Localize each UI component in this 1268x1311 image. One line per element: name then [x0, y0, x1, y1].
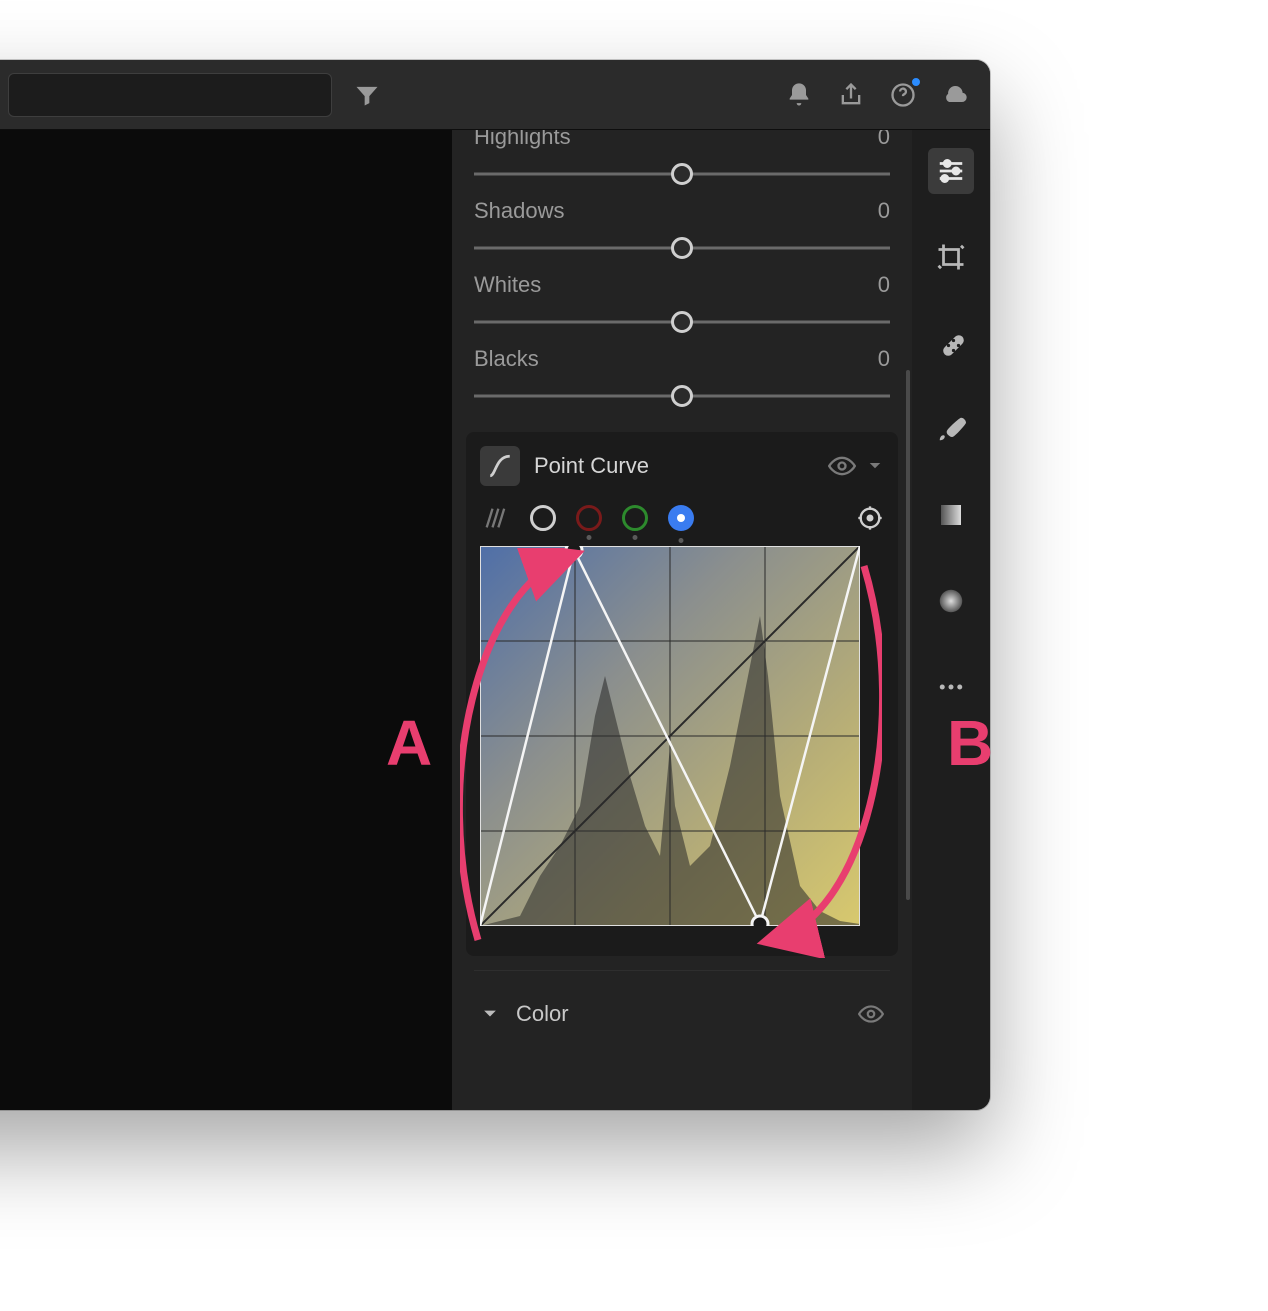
slider-value-whites: 0	[878, 272, 890, 298]
slider-thumb-blacks[interactable]	[671, 385, 693, 407]
slider-label-whites: Whites	[474, 272, 541, 298]
bell-icon[interactable]	[782, 78, 816, 112]
channel-green[interactable]	[622, 505, 648, 531]
annotation-label-b: B	[947, 706, 994, 780]
app-window: Highlights 0 Shadows 0	[0, 60, 990, 1110]
slider-thumb-shadows[interactable]	[671, 237, 693, 259]
slider-label-highlights: Highlights	[474, 130, 571, 150]
help-icon[interactable]	[886, 78, 920, 112]
slider-blacks: Blacks 0	[474, 346, 890, 410]
toggle-visibility-icon[interactable]	[828, 452, 856, 480]
curve-editor[interactable]	[480, 546, 860, 926]
curve-mode-button[interactable]	[480, 446, 520, 486]
eye-icon[interactable]	[858, 1001, 884, 1027]
chevron-down-icon	[480, 1004, 500, 1024]
channel-blue[interactable]	[668, 505, 694, 531]
point-curve-title: Point Curve	[534, 453, 649, 479]
top-toolbar	[0, 60, 990, 130]
slider-value-highlights: 0	[878, 130, 890, 150]
annotation-label-a: A	[386, 706, 433, 780]
curve-menu-chevron-icon[interactable]	[866, 457, 884, 475]
linear-gradient-tool[interactable]	[928, 492, 974, 538]
filter-icon[interactable]	[350, 78, 384, 112]
color-section-label: Color	[516, 1001, 569, 1027]
main-area: Highlights 0 Shadows 0	[0, 130, 990, 1110]
slider-label-blacks: Blacks	[474, 346, 539, 372]
slider-track-whites[interactable]	[474, 308, 890, 336]
slider-whites: Whites 0	[474, 272, 890, 336]
parametric-icon[interactable]	[482, 504, 510, 532]
crop-tool[interactable]	[928, 234, 974, 280]
share-icon[interactable]	[834, 78, 868, 112]
slider-shadows: Shadows 0	[474, 198, 890, 262]
more-tools[interactable]	[928, 664, 974, 710]
radial-gradient-tool[interactable]	[928, 578, 974, 624]
panel-scrollbar[interactable]	[906, 370, 910, 900]
point-curve-card: Point Curve	[466, 432, 898, 956]
slider-value-shadows: 0	[878, 198, 890, 224]
slider-highlights: Highlights 0	[474, 130, 890, 188]
tool-sidebar	[912, 130, 990, 1110]
notification-badge	[910, 76, 922, 88]
channel-luma[interactable]	[530, 505, 556, 531]
edit-panel: Highlights 0 Shadows 0	[452, 130, 912, 1110]
curve-point-shadow[interactable]	[566, 546, 582, 558]
brush-tool[interactable]	[928, 406, 974, 452]
slider-thumb-highlights[interactable]	[671, 163, 693, 185]
image-canvas[interactable]	[0, 130, 452, 1110]
edit-sliders-tool[interactable]	[928, 148, 974, 194]
healing-tool[interactable]	[928, 320, 974, 366]
color-section-header[interactable]: Color	[474, 970, 890, 1047]
slider-track-shadows[interactable]	[474, 234, 890, 262]
channel-red[interactable]	[576, 505, 602, 531]
slider-track-highlights[interactable]	[474, 160, 890, 188]
slider-value-blacks: 0	[878, 346, 890, 372]
slider-label-shadows: Shadows	[474, 198, 565, 224]
cloud-icon[interactable]	[938, 78, 972, 112]
search-input[interactable]	[8, 73, 332, 117]
slider-thumb-whites[interactable]	[671, 311, 693, 333]
slider-track-blacks[interactable]	[474, 382, 890, 410]
curve-point-highlight[interactable]	[752, 916, 768, 926]
target-adjust-icon[interactable]	[856, 504, 884, 532]
